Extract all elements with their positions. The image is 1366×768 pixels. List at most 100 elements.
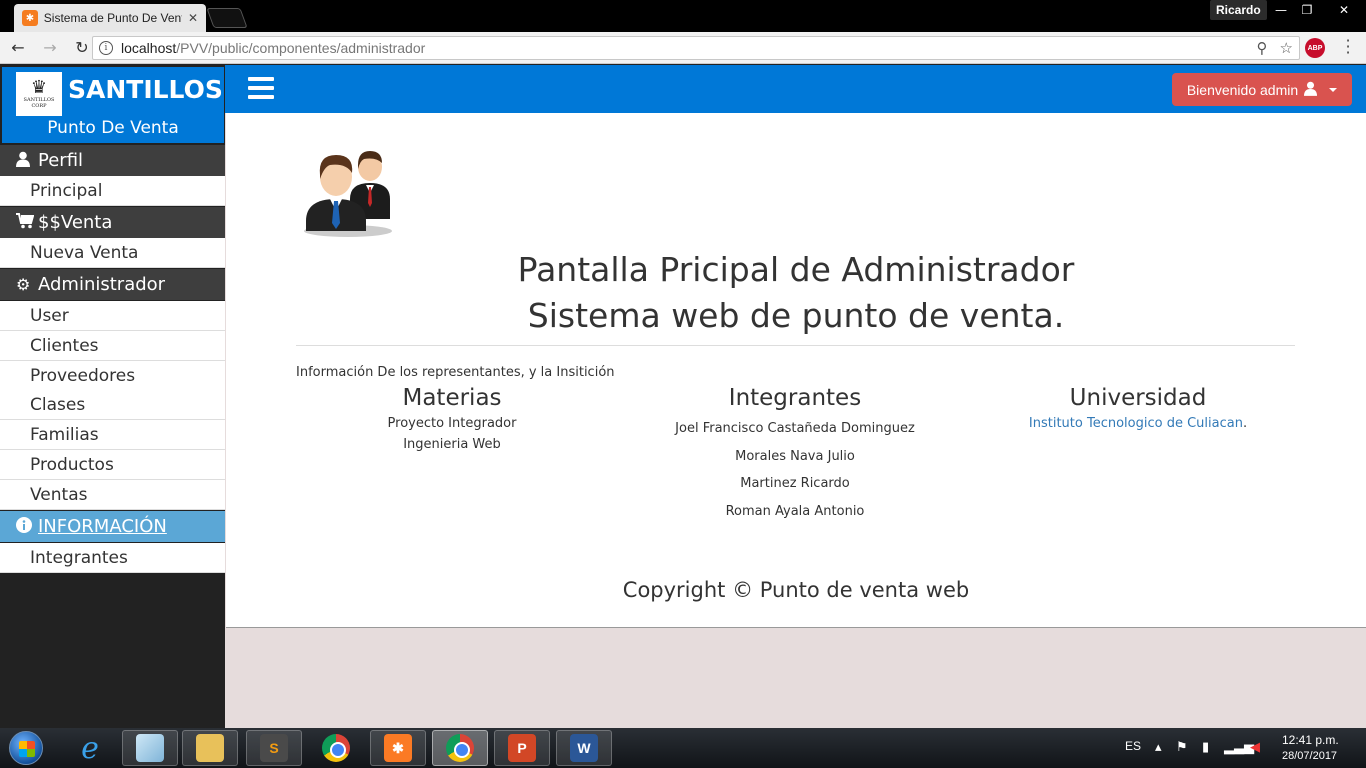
sidebar-item-ventas[interactable]: Ventas	[0, 480, 225, 510]
sidebar-section-venta[interactable]: $$Venta	[0, 207, 225, 238]
crown-icon: ♛	[30, 77, 48, 98]
taskbar-chrome[interactable]	[308, 730, 364, 766]
user-button-label: Bienvenido admin	[1186, 81, 1299, 98]
hamburger-menu-icon[interactable]	[248, 77, 274, 99]
sidebar-item-user[interactable]: User	[0, 301, 225, 331]
sidebar-section-label: INFORMACIÓN	[38, 516, 167, 537]
window-close-icon[interactable]: ✕	[1322, 0, 1366, 20]
url-host: localhost	[121, 40, 177, 56]
universidad-heading: Universidad	[1069, 385, 1207, 411]
page-title: Pantalla Pricipal de Administrador Siste…	[226, 247, 1366, 339]
integrantes-heading: Integrantes	[728, 385, 862, 411]
clock-date[interactable]: 28/07/2017	[1282, 750, 1337, 762]
page-info-icon[interactable]: i	[99, 41, 113, 55]
battery-icon[interactable]: ▮	[1202, 740, 1209, 755]
sidebar-section-informacion[interactable]: INFORMACIÓN	[0, 511, 225, 542]
brand-subtitle: Punto De Venta	[47, 118, 179, 138]
brand-logo: ♛ SANTILLOS CORP	[16, 72, 62, 116]
info-line: Información De los representantes, y la …	[296, 365, 615, 380]
zoom-icon[interactable]: ⚲	[1257, 39, 1268, 57]
powerpoint-icon: P	[508, 734, 536, 762]
materias-column: Materias Proyecto Integrador Ingenieria …	[296, 383, 608, 455]
sidebar-item-nueva-venta[interactable]: Nueva Venta	[0, 238, 225, 268]
browser-menu-icon[interactable]: · · ·	[1342, 33, 1354, 61]
caret-down-icon	[1329, 87, 1338, 92]
forward-icon[interactable]: →	[36, 34, 64, 62]
info-circle-icon	[16, 516, 38, 537]
clock-time[interactable]: 12:41 p.m.	[1282, 733, 1339, 747]
universidad-column: Universidad Instituto Tecnologico de Cul…	[982, 383, 1294, 434]
user-icon	[1304, 81, 1318, 99]
profile-badge[interactable]: Ricardo	[1210, 0, 1267, 20]
sidebar-item-proveedores[interactable]: Proveedores	[0, 361, 225, 391]
sidebar-section-label: Administrador	[38, 274, 166, 295]
back-icon[interactable]: ←	[4, 34, 32, 62]
taskbar-powerpoint[interactable]: P	[494, 730, 550, 766]
browser-tab[interactable]: ✱ Sistema de Punto De Venta ✕	[14, 4, 206, 32]
tab-close-icon[interactable]: ✕	[188, 11, 198, 25]
address-bar[interactable]: i localhost/PVV/public/componentes/admin…	[92, 36, 1300, 60]
xampp-favicon-icon: ✱	[22, 10, 38, 26]
folder-icon	[196, 734, 224, 762]
integrante-item: Roman Ayala Antonio	[725, 503, 865, 519]
page-title-line1: Pantalla Pricipal de Administrador	[517, 250, 1075, 289]
copyright: Copyright © Punto de venta web	[622, 578, 970, 602]
cogs-icon: ⚙	[16, 275, 31, 294]
sidebar-section-administrador[interactable]: ⚙ Administrador	[0, 269, 225, 300]
universidad-link[interactable]: Instituto Tecnologico de Culiacan	[1029, 416, 1243, 431]
minimize-icon[interactable]: —	[1268, 0, 1294, 20]
admin-users-icon	[304, 151, 392, 237]
new-tab-button[interactable]	[206, 8, 248, 28]
sidebar-section-perfil[interactable]: Perfil	[0, 145, 225, 176]
bookmark-star-icon[interactable]: ☆	[1280, 39, 1293, 57]
taskbar-chrome-active[interactable]	[432, 730, 488, 766]
sidebar-section-label: Perfil	[38, 150, 84, 171]
internet-explorer-icon: e	[81, 730, 99, 766]
user-icon	[16, 151, 38, 171]
logo-subtext: CORP	[31, 103, 47, 109]
materia-item: Proyecto Integrador	[387, 416, 517, 431]
cart-icon	[16, 212, 38, 233]
main-content: Pantalla Pricipal de Administrador Siste…	[226, 113, 1366, 628]
materias-heading: Materias	[402, 385, 502, 411]
adblock-icon[interactable]: ABP	[1305, 38, 1325, 58]
sublime-text-icon: S	[260, 734, 288, 762]
top-navbar: Bienvenido admin	[225, 65, 1366, 113]
volume-muted-icon[interactable]: ◀	[1250, 740, 1260, 755]
brand-title: SANTILLOS	[68, 75, 223, 104]
notes-app-icon	[136, 734, 164, 762]
start-button[interactable]	[4, 729, 48, 767]
taskbar-notes[interactable]	[122, 730, 178, 766]
integrantes-column: Integrantes Joel Francisco Castañeda Dom…	[621, 383, 969, 529]
restore-icon[interactable]: ❐	[1294, 0, 1320, 20]
tab-title: Sistema de Punto De Venta	[43, 11, 182, 25]
taskbar-sublime[interactable]: S	[246, 730, 302, 766]
browser-toolbar: ← → ↻ i localhost/PVV/public/componentes…	[0, 32, 1366, 64]
sidebar: ♛ SANTILLOS CORP SANTILLOS Punto De Vent…	[0, 65, 225, 728]
sidebar-item-productos[interactable]: Productos	[0, 450, 225, 480]
sidebar-item-familias[interactable]: Familias	[0, 420, 225, 450]
windows-logo-icon	[9, 731, 43, 765]
taskbar-word[interactable]: W	[556, 730, 612, 766]
language-indicator[interactable]: ES	[1125, 739, 1141, 753]
sidebar-section-label: $$Venta	[38, 212, 113, 233]
taskbar-xampp[interactable]: ✱	[370, 730, 426, 766]
brand-header[interactable]: ♛ SANTILLOS CORP SANTILLOS Punto De Vent…	[2, 67, 224, 143]
page: ♛ SANTILLOS CORP SANTILLOS Punto De Vent…	[0, 65, 1366, 728]
windows-taskbar: e S ✱ P W ES ▴ ⚑ ▮ ▂▃▅ ◀ 12:41 p.m. 28/0…	[0, 728, 1366, 768]
sidebar-item-clientes[interactable]: Clientes	[0, 331, 225, 361]
user-dropdown-button[interactable]: Bienvenido admin	[1172, 73, 1352, 106]
action-center-flag-icon[interactable]: ⚑	[1176, 740, 1188, 755]
url-path: /PVV/public/componentes/administrador	[176, 40, 426, 56]
sidebar-item-clases[interactable]: Clases	[0, 390, 225, 420]
chrome-icon	[446, 734, 474, 762]
taskbar-explorer[interactable]	[182, 730, 238, 766]
sidebar-item-principal[interactable]: Principal	[0, 176, 225, 206]
taskbar-ie[interactable]: e	[62, 730, 118, 766]
word-icon: W	[570, 734, 598, 762]
materia-item: Ingenieria Web	[403, 437, 501, 452]
sidebar-item-integrantes[interactable]: Integrantes	[0, 543, 225, 573]
browser-tabstrip: ✱ Sistema de Punto De Venta ✕ Ricardo — …	[0, 0, 1366, 32]
universidad-suffix: .	[1242, 416, 1248, 431]
tray-expand-icon[interactable]: ▴	[1155, 740, 1162, 755]
